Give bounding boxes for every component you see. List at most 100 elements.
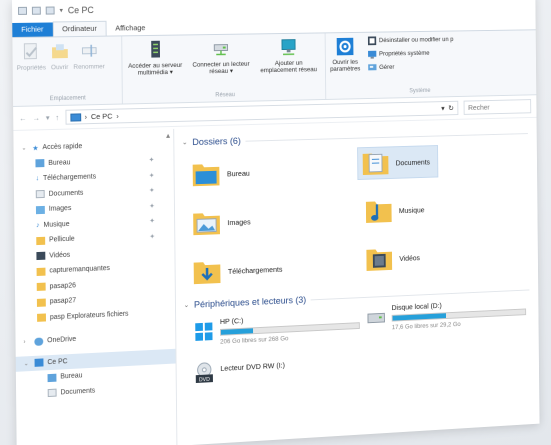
- back-arrow-icon[interactable]: ←: [19, 114, 27, 123]
- folder-musique[interactable]: Musique: [365, 197, 425, 224]
- folder-icon: [36, 236, 46, 245]
- pin-icon[interactable]: ✦: [149, 156, 155, 164]
- folders-grid: Bureau Documents Images Musique Téléchar…: [182, 140, 538, 297]
- drive-d[interactable]: Disque local (D:) 17,6 Go libres sur 29,…: [366, 297, 527, 332]
- window-title: Ce PC: [67, 5, 94, 16]
- ribbon-group-reseau: Accéder au serveur multimédia ▾ Connecte…: [122, 33, 327, 104]
- quick-access-properties-icon[interactable]: [31, 6, 41, 15]
- chevron-down-icon[interactable]: ⌄: [21, 145, 28, 152]
- pin-icon[interactable]: ✦: [149, 171, 155, 179]
- pin-icon[interactable]: ✦: [149, 202, 155, 210]
- windows-drive-icon: [195, 322, 213, 341]
- manage-icon: [368, 64, 377, 71]
- ribbon-group-systeme: Ouvrir les paramètres Désinstaller ou mo…: [326, 31, 512, 99]
- media-server-icon: [151, 40, 161, 58]
- ribbon: Propriétés Ouvrir Renommer Emplacement A…: [12, 29, 537, 107]
- dvd-drive-icon: DVD: [194, 361, 215, 383]
- quick-access-new-folder-icon[interactable]: [45, 6, 55, 15]
- folder-images[interactable]: Images: [192, 209, 251, 236]
- desktop-icon: [47, 373, 57, 382]
- chevron-right-icon[interactable]: ›: [23, 339, 30, 345]
- drive-dvd[interactable]: DVD Lecteur DVD RW (I:): [194, 355, 285, 384]
- downloads-folder-icon: [193, 261, 221, 285]
- chevron-down-icon[interactable]: ⌄: [184, 301, 190, 309]
- pin-icon[interactable]: ✦: [149, 187, 155, 195]
- open-button[interactable]: Ouvrir: [50, 41, 70, 94]
- chevron-down-icon[interactable]: ⌄: [24, 360, 31, 367]
- ribbon-group-emplacement: Propriétés Ouvrir Renommer Emplacement: [12, 36, 123, 106]
- pin-icon[interactable]: ✦: [149, 217, 155, 225]
- content-area: ▲ ⌄ ★ Accès rapide Bureau ✦ ↓ Télécharge…: [13, 120, 539, 445]
- main-pane: ⌄ Dossiers (6) Bureau Documents Images M…: [174, 120, 539, 445]
- tab-fichier[interactable]: Fichier: [12, 22, 53, 37]
- tab-affichage[interactable]: Affichage: [106, 21, 154, 35]
- open-settings-button[interactable]: Ouvrir les paramètres: [329, 37, 361, 89]
- folder-icon: [37, 313, 46, 323]
- hard-disk-icon: [366, 307, 386, 329]
- recent-dropdown-icon[interactable]: ▾: [46, 113, 50, 122]
- navigation-pane: ▲ ⌄ ★ Accès rapide Bureau ✦ ↓ Télécharge…: [13, 128, 178, 445]
- music-folder-icon: [365, 198, 392, 223]
- system-properties-icon: [368, 50, 377, 59]
- pictures-folder-icon: [193, 212, 220, 236]
- desktop-icon: [35, 159, 45, 168]
- gear-icon: [336, 37, 355, 57]
- star-icon: ★: [32, 145, 39, 153]
- add-network-location-button[interactable]: Ajouter un emplacement réseau: [258, 37, 320, 89]
- open-folder-icon: [51, 44, 68, 59]
- properties-button[interactable]: Propriétés: [16, 41, 46, 94]
- manage-button[interactable]: Gérer: [368, 62, 454, 72]
- folder-icon: [36, 282, 46, 292]
- desktop-folder-icon: [192, 163, 220, 187]
- forward-arrow-icon[interactable]: →: [32, 113, 39, 122]
- media-server-button[interactable]: Accéder au serveur multimédia ▾: [126, 39, 184, 92]
- computer-icon: [34, 358, 44, 368]
- videos-folder-icon: [366, 248, 393, 271]
- download-arrow-icon: ↓: [35, 175, 40, 183]
- map-network-drive-button[interactable]: Connecter un lecteur réseau ▾: [191, 38, 250, 91]
- this-pc-icon: [69, 112, 81, 122]
- drive-c[interactable]: HP (C:) 206 Go libres sur 268 Go: [193, 311, 360, 347]
- pictures-icon: [35, 205, 45, 214]
- network-drive-icon: [211, 39, 230, 59]
- folder-telechargements[interactable]: Téléchargements: [193, 256, 283, 285]
- address-separator-icon: ›: [84, 112, 88, 122]
- video-icon: [36, 251, 46, 261]
- drive-dvd-name: Lecteur DVD RW (I:): [220, 360, 285, 373]
- system-actions-list: Désinstaller ou modifier un p Propriétés…: [367, 35, 454, 87]
- drive-d-usage-fill: [392, 313, 447, 321]
- address-separator-icon: ›: [116, 111, 119, 121]
- svg-text:DVD: DVD: [199, 377, 210, 383]
- search-input[interactable]: Recher: [463, 99, 532, 115]
- cloud-icon: [34, 337, 44, 346]
- folder-icon: [36, 298, 46, 307]
- system-properties-button[interactable]: Propriétés système: [368, 49, 454, 59]
- up-arrow-icon[interactable]: ↑: [55, 113, 59, 122]
- tab-ordinateur[interactable]: Ordinateur: [52, 20, 107, 37]
- drives-grid: HP (C:) 206 Go libres sur 268 Go Disque …: [184, 297, 539, 392]
- uninstall-program-button[interactable]: Désinstaller ou modifier un p: [367, 35, 454, 46]
- pin-icon[interactable]: ✦: [149, 232, 155, 240]
- folder-videos[interactable]: Vidéos: [365, 245, 420, 272]
- music-note-icon: ♪: [36, 221, 40, 229]
- chevron-down-icon[interactable]: ⌄: [182, 138, 188, 146]
- file-explorer-window: ▾ Ce PC Fichier Ordinateur Affichage Pro…: [12, 0, 540, 445]
- refresh-icon[interactable]: ↻: [448, 104, 454, 113]
- network-location-icon: [279, 38, 298, 58]
- folder-icon: [36, 267, 46, 276]
- address-bar[interactable]: › Ce PC › ▾ ↻: [64, 100, 459, 125]
- document-icon: [47, 388, 57, 398]
- address-path: Ce PC: [90, 111, 113, 122]
- folder-documents[interactable]: Documents: [357, 145, 439, 181]
- group-label-emplacement: Emplacement: [49, 95, 86, 103]
- rename-button[interactable]: Renommer: [73, 41, 105, 94]
- folder-bureau[interactable]: Bureau: [192, 160, 250, 187]
- rename-icon: [82, 45, 98, 58]
- drive-c-usage-fill: [220, 328, 254, 335]
- quick-access-dropdown-icon[interactable]: ▾: [59, 6, 63, 14]
- quick-access-folder-icon[interactable]: [18, 6, 28, 15]
- properties-check-icon: [23, 43, 37, 60]
- address-dropdown-icon[interactable]: ▾: [441, 104, 444, 113]
- uninstall-icon: [367, 36, 377, 46]
- documents-folder-icon: [362, 150, 389, 176]
